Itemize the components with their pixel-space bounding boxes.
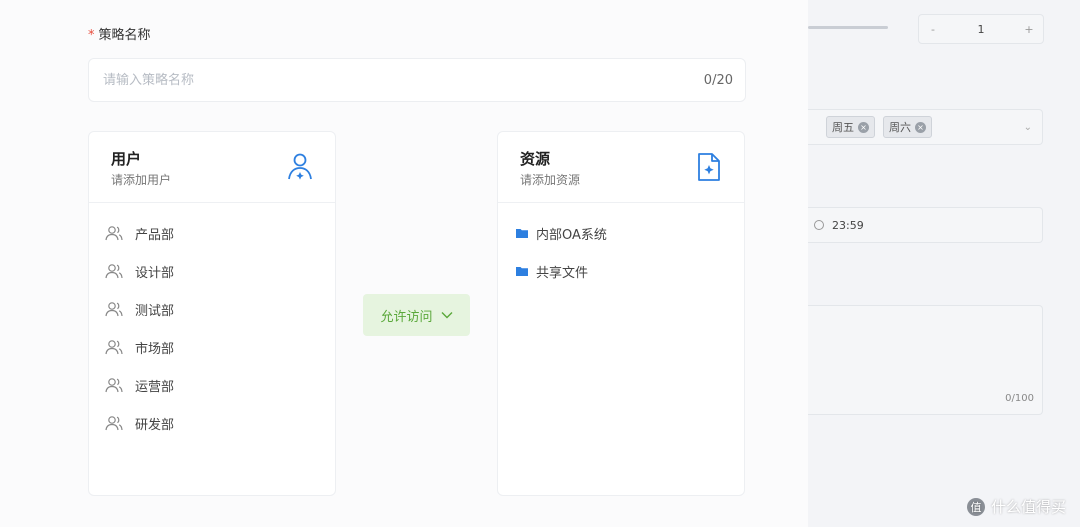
resources-card-title: 资源 (520, 150, 551, 168)
list-item-label: 共享文件 (536, 265, 589, 281)
people-icon (105, 264, 123, 279)
watermark-text: 什么值得买 (990, 498, 1066, 516)
stepper-minus-button: - (931, 22, 935, 36)
users-card: 用户 请添加用户 产品部 设计部 测试部 市场部 运营部 研发部 (88, 131, 336, 496)
required-mark: * (88, 28, 95, 43)
list-item-label: 设计部 (135, 265, 175, 281)
policy-name-label: * 策略名称 (88, 24, 151, 43)
stepper-plus-button: + (1024, 22, 1034, 36)
background-textarea: 0/100 (808, 305, 1043, 415)
people-icon (105, 378, 123, 393)
resources-card-header: 资源 请添加资源 (498, 132, 744, 203)
policy-name-input[interactable] (101, 71, 704, 89)
list-item-label: 产品部 (135, 227, 175, 243)
policy-name-field[interactable]: 0/20 (88, 58, 746, 102)
list-item[interactable]: 研发部 (105, 404, 335, 442)
watermark: 值 什么值得买 (966, 496, 1066, 517)
clock-icon (814, 220, 824, 230)
list-item-label: 研发部 (135, 417, 175, 433)
textarea-count: 0/100 (1005, 393, 1034, 404)
resources-card: 资源 请添加资源 内部OA系统 共享文件 (497, 131, 745, 496)
tag-close-icon: × (858, 121, 869, 133)
users-card-subtitle: 请添加用户 (111, 173, 172, 187)
list-item[interactable]: 产品部 (105, 214, 335, 252)
users-list: 产品部 设计部 测试部 市场部 运营部 研发部 (105, 214, 335, 442)
background-slider (808, 26, 888, 29)
list-item[interactable]: 内部OA系统 (514, 214, 744, 252)
day-tag: 周六 × (883, 116, 932, 138)
background-time-field: 23:59 (808, 207, 1043, 243)
people-icon (105, 340, 123, 355)
list-item[interactable]: 测试部 (105, 290, 335, 328)
chevron-down-icon: ⌄ (1023, 121, 1032, 133)
tag-close-icon: × (915, 121, 926, 133)
access-select-button[interactable]: 允许访问 (363, 294, 470, 336)
folder-icon (516, 267, 528, 276)
access-label: 允许访问 (380, 309, 433, 325)
people-icon (105, 416, 123, 431)
stepper-value: 1 (977, 22, 985, 36)
policy-drawer: *策略名称 0/20 用户 请添加用户 产品部 (0, 0, 808, 527)
resources-card-subtitle: 请添加资源 (520, 173, 581, 187)
day-tag: 周五 × (826, 116, 875, 138)
folder-icon (516, 229, 528, 238)
list-item-label: 测试部 (135, 303, 175, 319)
user-add-icon[interactable] (287, 152, 313, 182)
policy-name-label-text: 策略名称 (98, 28, 151, 43)
watermark-logo-icon: 值 (966, 497, 985, 516)
day-tag-label: 周六 (889, 121, 911, 134)
day-tag-label: 周五 (832, 121, 854, 134)
list-item[interactable]: 市场部 (105, 328, 335, 366)
list-item[interactable]: 共享文件 (514, 252, 744, 290)
people-icon (105, 226, 123, 241)
list-item-label: 内部OA系统 (536, 227, 607, 243)
list-item-label: 运营部 (135, 379, 175, 395)
background-stepper: - 1 + (918, 14, 1044, 44)
people-icon (105, 302, 123, 317)
list-item[interactable]: 运营部 (105, 366, 335, 404)
users-card-title: 用户 (111, 150, 142, 168)
policy-name-count: 0/20 (703, 72, 733, 88)
time-value: 23:59 (832, 218, 864, 232)
resources-list: 内部OA系统 共享文件 (514, 214, 744, 290)
file-add-icon[interactable] (696, 152, 722, 182)
list-item-label: 市场部 (135, 341, 175, 357)
background-day-select: 周五 × 周六 × ⌄ (808, 109, 1043, 145)
users-card-header: 用户 请添加用户 (89, 132, 335, 203)
chevron-down-icon (441, 312, 452, 319)
list-item[interactable]: 设计部 (105, 252, 335, 290)
